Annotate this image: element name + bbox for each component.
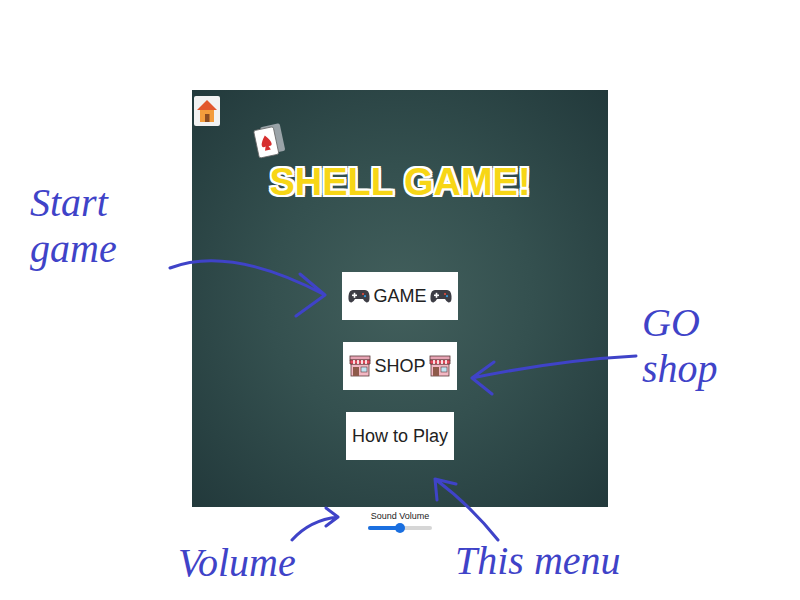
arrow-icon xyxy=(472,356,636,394)
annotation: Volume xyxy=(178,540,348,586)
gamepad-icon xyxy=(430,288,452,304)
arrow-icon xyxy=(435,479,498,540)
arrow-icon xyxy=(292,508,338,540)
menu-button[interactable]: GAME xyxy=(342,272,457,320)
card-decoration xyxy=(248,120,288,162)
top-bar xyxy=(192,90,608,126)
gamepad-icon xyxy=(348,288,370,304)
page: SHELL GAME! GAME SHOP How to Play Sound Volu… xyxy=(0,0,800,600)
game-panel: SHELL GAME! GAME SHOP How to Play xyxy=(192,90,608,507)
shop-icon xyxy=(349,355,371,377)
home-icon[interactable] xyxy=(194,96,220,126)
slider-thumb[interactable] xyxy=(395,523,405,533)
annotation: GO shop xyxy=(642,300,762,392)
game-title: SHELL GAME! xyxy=(269,160,530,204)
arrow-icon xyxy=(170,261,325,316)
card-icon xyxy=(248,120,288,162)
volume-label: Sound Volume xyxy=(371,511,430,522)
annotation: This menu xyxy=(455,538,695,584)
menu-button[interactable]: SHOP xyxy=(343,342,456,390)
page-content: SHELL GAME! GAME SHOP How to Play Sound Volu… xyxy=(0,0,800,534)
shop-icon xyxy=(429,355,451,377)
volume-slider[interactable] xyxy=(368,522,432,534)
menu-button-label: GAME xyxy=(373,283,426,310)
annotation: Start game xyxy=(30,180,170,272)
volume-control: Sound Volume xyxy=(368,511,432,534)
main-menu: GAME SHOP How to Play xyxy=(342,272,457,460)
menu-button-label: SHOP xyxy=(374,353,425,380)
menu-button-label: How to Play xyxy=(352,423,448,450)
menu-button[interactable]: How to Play xyxy=(346,412,454,460)
